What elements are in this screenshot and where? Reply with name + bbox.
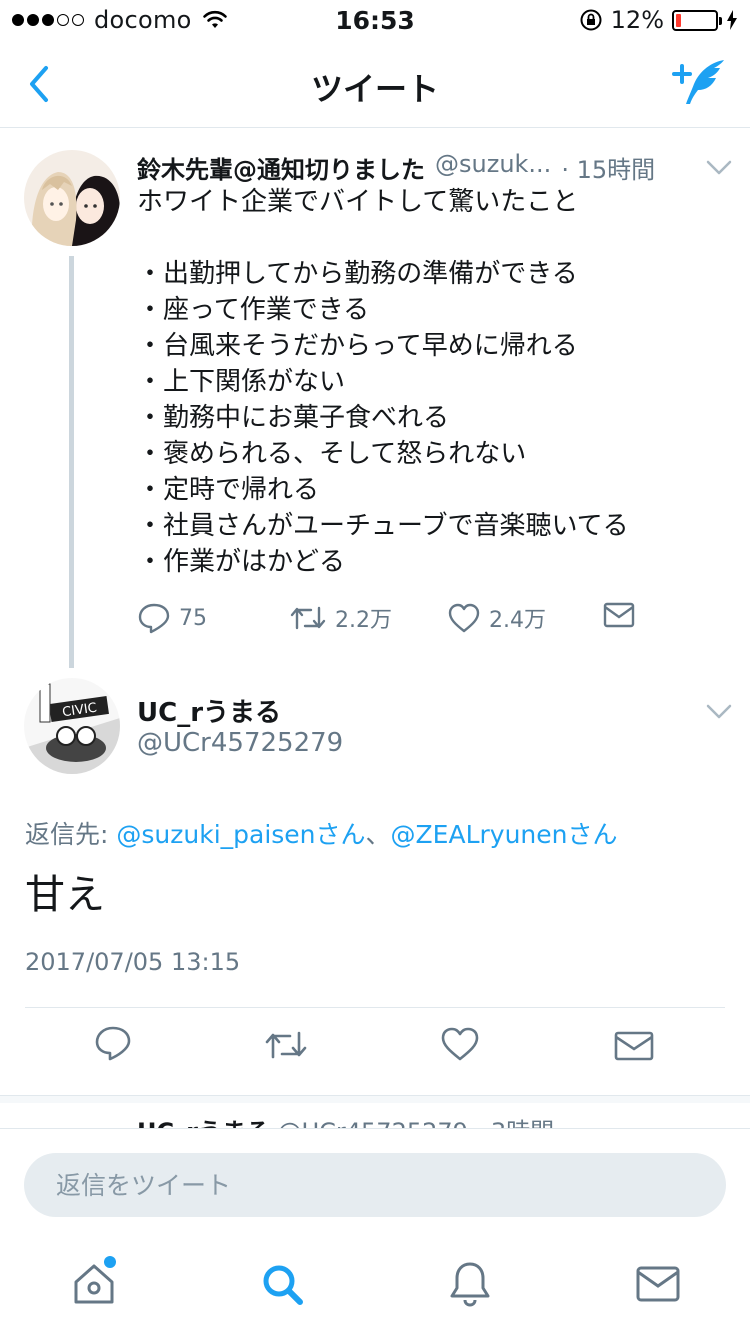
tweet-text: 甘え xyxy=(25,872,105,918)
home-notification-dot xyxy=(104,1256,116,1268)
author-handle[interactable]: @UCr45725279 xyxy=(137,728,343,758)
avatar[interactable] xyxy=(24,150,120,246)
rotation-lock-icon xyxy=(580,9,602,31)
nav-bar: ツイート xyxy=(0,40,750,128)
battery-level xyxy=(676,13,681,27)
avatar[interactable]: CIVIC xyxy=(24,678,120,774)
reply-to-separator: 、 xyxy=(365,820,391,849)
reply-composer-bar xyxy=(0,1128,750,1240)
page-title: ツイート xyxy=(310,70,439,108)
retweet-button[interactable]: 2.2万 xyxy=(289,602,392,634)
retweet-button[interactable] xyxy=(264,1029,308,1061)
thread-line xyxy=(69,256,74,668)
retweet-count: 2.2万 xyxy=(335,608,392,633)
divider xyxy=(0,1095,750,1103)
author-name[interactable]: 鈴木先輩@通知切りました xyxy=(137,150,425,185)
search-icon[interactable] xyxy=(258,1260,306,1308)
chevron-down-icon[interactable] xyxy=(706,704,732,720)
charging-icon xyxy=(727,10,737,30)
reply-button[interactable]: 75 xyxy=(137,602,207,634)
tweet-actions xyxy=(0,1025,750,1079)
message-icon[interactable] xyxy=(614,1031,654,1061)
messages-icon[interactable] xyxy=(634,1260,682,1308)
avatar-illustration xyxy=(24,150,120,246)
like-button[interactable]: 2.4万 xyxy=(447,602,546,634)
battery-icon xyxy=(672,9,722,31)
status-right: 12% xyxy=(579,6,738,34)
divider xyxy=(25,1007,725,1008)
reply-to-user-link[interactable]: @ZEALryunenさん xyxy=(391,820,618,849)
reply-count: 75 xyxy=(179,605,207,631)
reply-to-user-link[interactable]: @suzuki_paisenさん xyxy=(116,820,365,849)
tab-bar xyxy=(0,1240,750,1334)
avatar-illustration: CIVIC xyxy=(24,678,120,774)
tweet-actions: 75 2.2万 2.4万 xyxy=(137,598,657,638)
notifications-icon[interactable] xyxy=(446,1260,494,1308)
tweet-header: 鈴木先輩@通知切りました @suzuk... · 15時間 xyxy=(137,150,655,185)
author-handle[interactable]: @suzuk... xyxy=(435,150,551,185)
retweet-icon xyxy=(290,606,326,630)
battery-percent: 12% xyxy=(610,6,664,34)
reply-to-line: 返信先: @suzuki_paisenさん、@ZEALryunenさん xyxy=(25,815,618,851)
message-icon[interactable] xyxy=(603,602,635,628)
reply-to-label: 返信先: xyxy=(25,820,117,849)
chevron-down-icon[interactable] xyxy=(706,160,732,176)
reply-button[interactable] xyxy=(94,1025,132,1061)
status-bar: docomo 16:53 12% xyxy=(0,0,750,40)
author-name[interactable]: UC_rうまる xyxy=(137,692,281,729)
reply-input[interactable] xyxy=(24,1153,726,1217)
like-count: 2.4万 xyxy=(489,608,546,633)
tweet-timestamp: 2017/07/05 13:15 xyxy=(25,948,241,976)
heart-icon xyxy=(448,603,480,633)
compose-tweet-icon[interactable] xyxy=(672,56,730,108)
reply-icon xyxy=(138,603,170,634)
tweet-text: ホワイト企業でバイトして驚いたこと ・出勤押してから勤務の準備ができる ・座って… xyxy=(137,187,629,577)
like-button[interactable] xyxy=(440,1027,480,1061)
tweet-age: · 15時間 xyxy=(561,156,656,184)
